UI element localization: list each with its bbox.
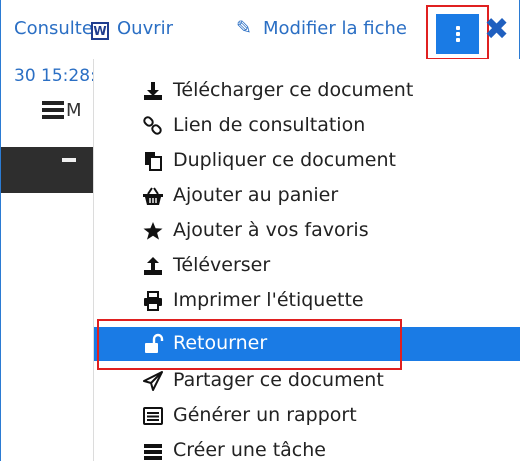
menu-item-label: Créer une tâche <box>173 439 326 461</box>
menu-item-televerser[interactable]: Téléverser <box>94 249 520 283</box>
document-toolbar: Consulter W Ouvrir ✎ Modifier la fiche ✖ <box>0 0 520 60</box>
basket-icon <box>143 187 163 205</box>
menu-item-telecharger[interactable]: Télécharger ce document <box>94 74 520 108</box>
menu-item-rapport[interactable]: Générer un rapport <box>94 399 520 433</box>
menu-item-label: Générer un rapport <box>173 404 357 426</box>
download-icon <box>144 82 162 100</box>
star-icon <box>143 222 163 240</box>
collapsed-panel-header <box>1 147 93 193</box>
menu-item-dupliquer[interactable]: Dupliquer ce document <box>94 144 520 178</box>
ouvrir-link[interactable]: Ouvrir <box>117 18 173 39</box>
duplicate-icon <box>145 152 162 171</box>
menu-item-label: Ajouter au panier <box>173 184 339 206</box>
more-actions-highlight-box <box>426 5 489 60</box>
menu-item-label: Ajouter à vos favoris <box>173 219 369 241</box>
menu-item-label: Imprimer l'étiquette <box>173 289 364 311</box>
task-icon <box>144 444 162 460</box>
collapse-minus-icon[interactable] <box>62 158 76 162</box>
list-view-label[interactable]: M <box>66 100 82 121</box>
menu-item-label: Lien de consultation <box>173 114 366 136</box>
list-view-icon[interactable] <box>42 101 64 119</box>
frame-border-left <box>0 0 1 461</box>
menu-item-label: Téléverser <box>173 254 271 276</box>
retourner-highlight-box <box>97 319 402 370</box>
upload-icon <box>144 257 162 275</box>
close-icon[interactable]: ✖ <box>484 12 509 47</box>
menu-item-favoris[interactable]: Ajouter à vos favoris <box>94 214 520 248</box>
send-icon <box>143 371 163 391</box>
modifier-fiche-link[interactable]: Modifier la fiche <box>263 18 421 39</box>
document-timestamp: 30 15:28:40 <box>14 66 94 86</box>
print-icon <box>144 291 162 311</box>
menu-item-tache[interactable]: Créer une tâche <box>94 434 520 468</box>
link-icon <box>143 116 162 135</box>
edit-icon[interactable]: ✎ <box>236 17 252 39</box>
menu-item-panier[interactable]: Ajouter au panier <box>94 179 520 213</box>
menu-item-imprimer[interactable]: Imprimer l'étiquette <box>94 284 520 318</box>
consulter-link[interactable]: Consulter <box>14 18 100 39</box>
menu-item-label: Dupliquer ce document <box>173 149 396 171</box>
menu-item-label: Télécharger ce document <box>173 79 414 101</box>
menu-item-label: Partager ce document <box>173 369 384 391</box>
word-document-icon[interactable]: W <box>91 22 109 40</box>
more-actions-dropdown-menu: Télécharger ce document Lien de consulta… <box>93 59 520 461</box>
report-icon <box>143 407 163 425</box>
menu-item-lien-consultation[interactable]: Lien de consultation <box>94 109 520 143</box>
